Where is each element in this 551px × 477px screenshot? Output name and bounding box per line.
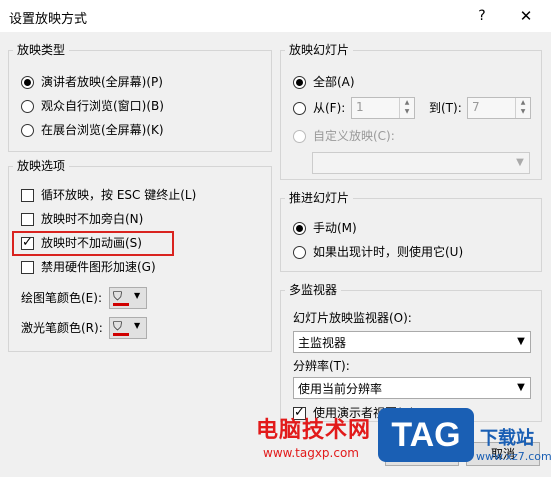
monitor-label: 幻灯片放映监视器(O): — [293, 311, 412, 325]
multiple-monitors-group: 多监视器 幻灯片放映监视器(O): 主监视器 ▼ 分辨率(T): 使用当前分辨率… — [280, 283, 542, 422]
pen-color-button[interactable]: ⛉ ▼ — [109, 287, 147, 309]
to-slide-label: 到(T): — [429, 101, 462, 115]
radio-indicator — [293, 222, 306, 235]
checkbox-label: 放映时不加旁白(N) — [41, 212, 144, 226]
radio-indicator — [21, 100, 34, 113]
spin-down-icon[interactable]: ▼ — [400, 107, 414, 116]
checkbox-indicator — [21, 261, 34, 274]
chevron-down-icon: ▼ — [516, 157, 524, 168]
paint-bucket-icon: ⛉ — [113, 319, 123, 333]
dropdown-arrow-icon: ▼ — [134, 291, 141, 300]
multiple-monitors-group-title: 多监视器 — [285, 283, 342, 297]
radio-label: 自定义放映(C): — [313, 129, 395, 143]
show-type-group-title: 放映类型 — [13, 43, 70, 57]
custom-show-dropdown[interactable]: ▼ — [312, 152, 530, 174]
to-slide-value: 7 — [472, 100, 480, 114]
watermark-tag-logo: TAG — [378, 408, 474, 462]
paint-bucket-icon: ⛉ — [113, 289, 123, 303]
show-options-group: 放映选项 循环放映，按 ESC 键终止(L) 放映时不加旁白(N) 放映时不加动… — [8, 159, 272, 352]
to-slide-spinner[interactable]: 7 ▲ ▼ — [467, 97, 531, 119]
laser-color-button[interactable]: ⛉ ▼ — [109, 317, 147, 339]
radio-indicator — [21, 76, 34, 89]
spinner-arrows[interactable]: ▲ ▼ — [399, 98, 414, 118]
radio-label: 从(F): — [313, 101, 346, 115]
watermark-site-url: www.tagxp.com — [263, 446, 359, 460]
spin-down-icon[interactable]: ▼ — [516, 107, 530, 116]
watermark-download-url: www.xz7.com — [476, 450, 551, 463]
slide-show-settings-dialog: 设置放映方式 ? ✕ 放映类型 演讲者放映(全屏幕)(P) 观众自行浏览(窗口)… — [0, 0, 551, 477]
checkbox-indicator — [21, 213, 34, 226]
pen-color-swatch — [113, 303, 129, 306]
chevron-down-icon: ▼ — [517, 336, 525, 347]
watermark-site-name: 电脑技术网 — [256, 418, 372, 443]
radio-label: 全部(A) — [313, 75, 355, 89]
title-bar: 设置放映方式 ? ✕ — [0, 0, 551, 32]
from-slide-value: 1 — [356, 100, 364, 114]
checkbox-label: 禁用硬件图形加速(G) — [41, 260, 156, 274]
radio-indicator — [293, 76, 306, 89]
laser-color-label: 激光笔颜色(R): — [21, 321, 103, 335]
radio-indicator — [21, 124, 34, 137]
checkbox-indicator — [21, 189, 34, 202]
show-options-group-title: 放映选项 — [13, 159, 70, 173]
advance-slides-group: 推进幻灯片 手动(M) 如果出现计时，则使用它(U) — [280, 191, 542, 272]
advance-slides-group-title: 推进幻灯片 — [285, 191, 354, 205]
chevron-down-icon: ▼ — [517, 382, 525, 393]
resolution-dropdown[interactable]: 使用当前分辨率 ▼ — [293, 377, 531, 399]
show-type-group: 放映类型 演讲者放映(全屏幕)(P) 观众自行浏览(窗口)(B) 在展台浏览(全… — [8, 43, 272, 152]
radio-indicator — [293, 102, 306, 115]
watermark-download-name: 下载站 — [480, 428, 534, 449]
resolution-label: 分辨率(T): — [293, 359, 350, 373]
dialog-title: 设置放映方式 — [9, 12, 88, 27]
spinner-arrows[interactable]: ▲ ▼ — [515, 98, 530, 118]
radio-label: 观众自行浏览(窗口)(B) — [41, 99, 164, 113]
checkbox-label: 循环放映，按 ESC 键终止(L) — [41, 188, 197, 202]
dropdown-arrow-icon: ▼ — [134, 321, 141, 330]
radio-indicator — [293, 130, 306, 143]
pen-color-label: 绘图笔颜色(E): — [21, 291, 102, 305]
spin-up-icon[interactable]: ▲ — [516, 98, 530, 107]
from-slide-spinner[interactable]: 1 ▲ ▼ — [351, 97, 415, 119]
spin-up-icon[interactable]: ▲ — [400, 98, 414, 107]
radio-label: 如果出现计时，则使用它(U) — [313, 245, 464, 259]
radio-indicator — [293, 246, 306, 259]
monitor-value: 主监视器 — [298, 336, 347, 350]
radio-label: 演讲者放映(全屏幕)(P) — [41, 75, 163, 89]
laser-color-swatch — [113, 333, 129, 336]
highlight-box — [12, 231, 174, 256]
resolution-value: 使用当前分辨率 — [298, 382, 383, 396]
help-button[interactable]: ? — [472, 6, 492, 26]
show-slides-group-title: 放映幻灯片 — [285, 43, 354, 57]
monitor-dropdown[interactable]: 主监视器 ▼ — [293, 331, 531, 353]
close-button[interactable]: ✕ — [516, 6, 536, 26]
radio-label: 手动(M) — [313, 221, 357, 235]
show-slides-group: 放映幻灯片 全部(A) 从(F): 1 ▲ ▼ 到(T): 7 ▲ ▼ 自定义放 — [280, 43, 542, 180]
radio-label: 在展台浏览(全屏幕)(K) — [41, 123, 164, 137]
